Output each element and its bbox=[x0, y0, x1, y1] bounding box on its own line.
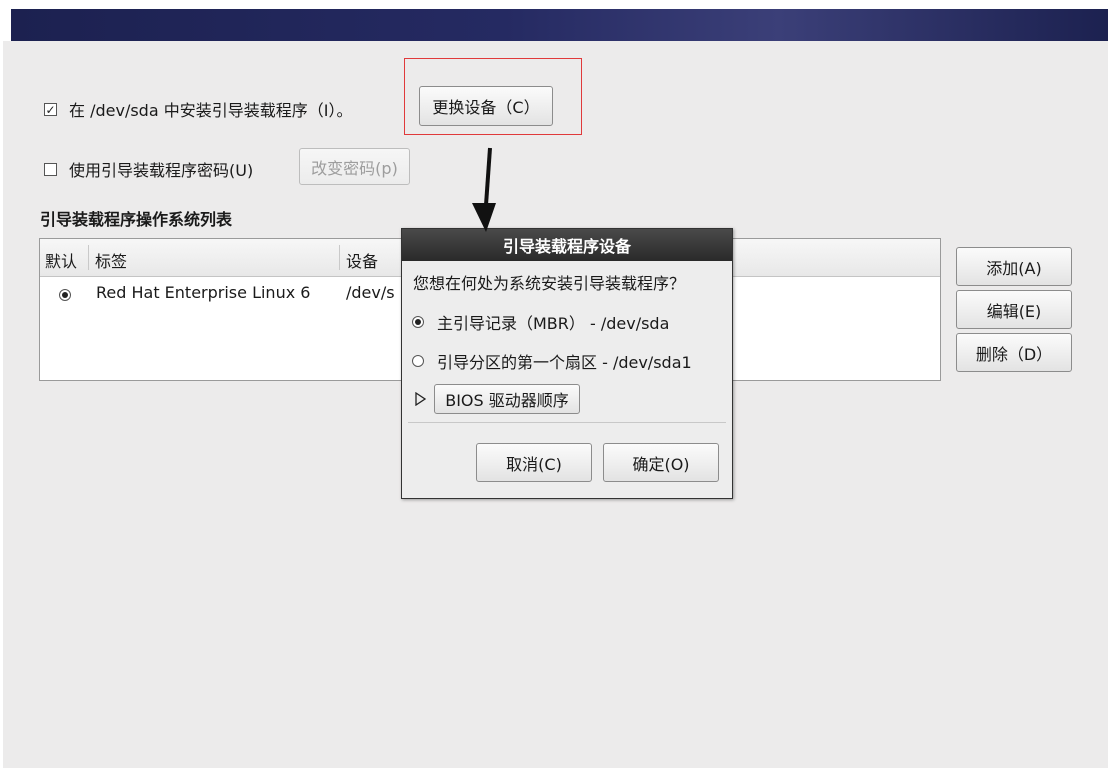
dialog-separator bbox=[408, 422, 726, 423]
install-bootloader-checkbox[interactable]: ✓ bbox=[44, 102, 57, 116]
expander-triangle-icon[interactable] bbox=[415, 391, 427, 410]
delete-button[interactable]: 删除（D） bbox=[956, 333, 1072, 372]
change-password-button[interactable]: 改变密码(p) bbox=[299, 148, 410, 185]
ok-button[interactable]: 确定(O) bbox=[603, 443, 719, 482]
dialog-question: 您想在何处为系统安装引导装载程序？ bbox=[413, 274, 686, 293]
install-bootloader-row[interactable]: ✓ 在 /dev/sda 中安装引导装载程序（I）。 bbox=[44, 97, 352, 121]
edit-button[interactable]: 编辑(E) bbox=[956, 290, 1072, 329]
installer-screen: ✓ 在 /dev/sda 中安装引导装载程序（I）。 更换设备（C） 使用引导装… bbox=[0, 0, 1108, 768]
option-mbr[interactable]: 主引导记录（MBR） - /dev/sda bbox=[412, 310, 669, 334]
column-divider bbox=[88, 245, 89, 270]
add-button[interactable]: 添加(A) bbox=[956, 247, 1072, 286]
column-header-default[interactable]: 默认 bbox=[45, 248, 77, 272]
column-header-label[interactable]: 标签 bbox=[95, 248, 127, 272]
mbr-label: 主引导记录（MBR） - /dev/sda bbox=[437, 314, 670, 333]
option-partition[interactable]: 引导分区的第一个扇区 - /dev/sda1 bbox=[412, 349, 692, 373]
mbr-radio[interactable] bbox=[412, 316, 424, 328]
install-bootloader-label: 在 /dev/sda 中安装引导装载程序（I）。 bbox=[69, 101, 353, 120]
highlight-box bbox=[404, 58, 582, 135]
cancel-button[interactable]: 取消(C) bbox=[476, 443, 592, 482]
os-device-cell: /dev/s bbox=[346, 283, 395, 302]
partition-label: 引导分区的第一个扇区 - /dev/sda1 bbox=[437, 353, 692, 372]
os-label-cell: Red Hat Enterprise Linux 6 bbox=[96, 283, 311, 302]
left-edge bbox=[0, 41, 3, 768]
bootloader-device-dialog: 引导装载程序设备 您想在何处为系统安装引导装载程序？ 主引导记录（MBR） - … bbox=[401, 228, 733, 499]
header-banner bbox=[11, 9, 1108, 41]
use-password-checkbox[interactable] bbox=[44, 162, 57, 176]
os-list-title: 引导装载程序操作系统列表 bbox=[40, 210, 233, 229]
column-header-device[interactable]: 设备 bbox=[346, 248, 378, 272]
use-password-row[interactable]: 使用引导装载程序密码(U) bbox=[44, 157, 253, 181]
default-radio[interactable] bbox=[59, 289, 71, 301]
dialog-title: 引导装载程序设备 bbox=[402, 229, 732, 261]
use-password-label: 使用引导装载程序密码(U) bbox=[69, 161, 254, 180]
bios-order-button[interactable]: BIOS 驱动器顺序 bbox=[434, 384, 580, 414]
column-divider bbox=[339, 245, 340, 270]
partition-radio[interactable] bbox=[412, 355, 424, 367]
